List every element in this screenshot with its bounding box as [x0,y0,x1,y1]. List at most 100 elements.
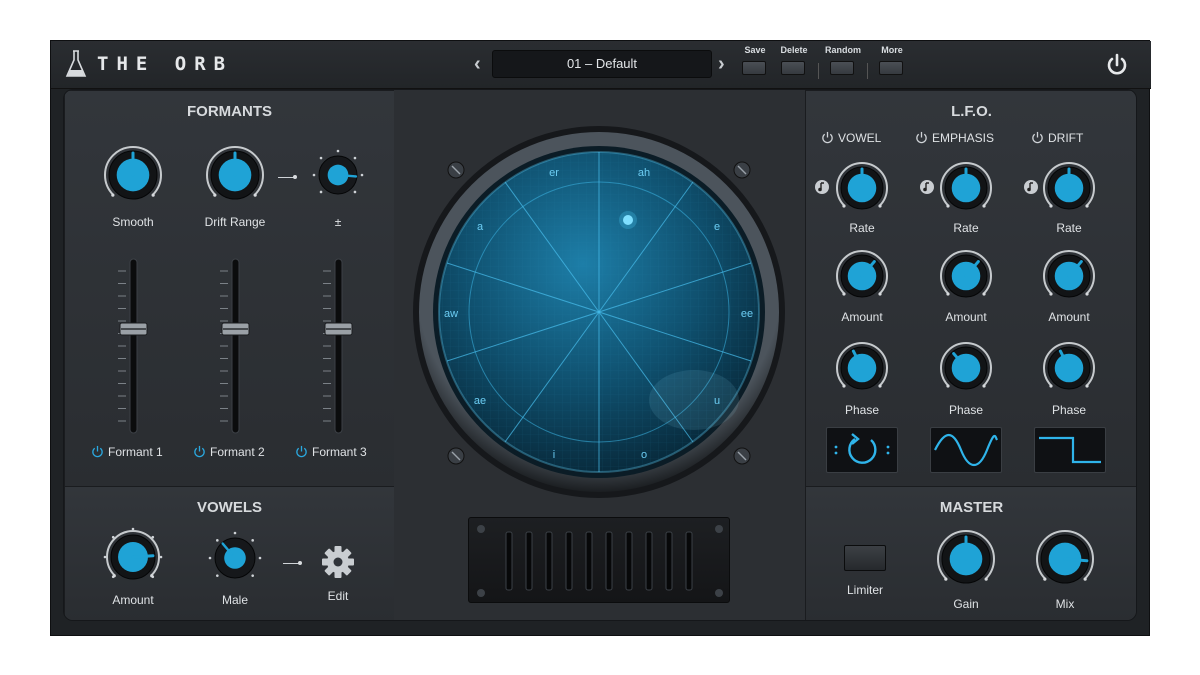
male-knob[interactable] [208,531,262,585]
vowel-o: o [641,449,647,461]
lfo-vowel-amount-knob[interactable] [833,247,891,305]
lfo-emphasis-phase-knob[interactable] [937,339,995,397]
more-label: More [881,45,903,55]
male-label: Male [221,593,248,607]
more-button[interactable]: More [879,45,905,75]
square-wave-icon [1039,436,1101,464]
formant-2-toggle[interactable]: Formant 2 [193,445,265,459]
formant-1-label: Formant 1 [108,445,163,459]
smooth-knob[interactable] [101,143,165,207]
next-preset-button[interactable]: › [718,53,725,76]
lfo-emphasis-phase-label: Phase [948,403,984,417]
cycle-icon [834,433,890,464]
formants-panel: FORMANTS Smooth Drift Range ± Formant 1 … [64,90,395,487]
vowel-amount-knob[interactable] [103,527,163,587]
link-line [278,177,294,178]
lfo-emphasis-rate-label: Rate [953,221,979,235]
divider [818,63,819,79]
vowel-er: er [549,167,559,179]
vowel-e: e [714,221,720,233]
lfo-vowel-rate-label: Rate [849,221,875,235]
lfo-panel: L.F.O. VOWEL EMPHASIS DRIFT Rate Rate Ra… [805,90,1136,487]
power-icon [296,445,307,458]
preset-display[interactable]: 01 – Default [492,50,712,78]
lfo-drift-label: DRIFT [1048,131,1084,145]
vowel-orb[interactable]: er ah e ee u o i ae aw a [394,90,805,510]
lfo-emphasis-shape-display[interactable] [930,427,1002,473]
gain-knob[interactable] [934,527,998,591]
lfo-drift-shape-display[interactable] [1034,427,1106,473]
link-dot [298,561,302,565]
drift-amount-knob[interactable] [312,149,364,201]
prev-preset-button[interactable]: ‹ [474,53,481,76]
main-body: FORMANTS Smooth Drift Range ± Formant 1 … [63,89,1137,621]
link-line [283,563,299,564]
formant-1-toggle[interactable]: Formant 1 [91,445,163,459]
lfo-drift-amount-knob[interactable] [1040,247,1098,305]
orb-section: er ah e ee u o i ae aw a [394,90,805,620]
app-title: THE ORB [97,53,234,75]
mix-label: Mix [1055,597,1075,611]
power-icon [92,445,103,458]
random-button[interactable]: Random [825,45,861,75]
master-title: MASTER [939,499,1004,516]
power-icon[interactable] [1105,53,1129,77]
gain-label: Gain [953,597,979,611]
lfo-drift-rate-label: Rate [1056,221,1082,235]
lfo-emphasis-amount-label: Amount [945,310,987,324]
delete-label: Delete [780,45,808,55]
formant-3-label: Formant 3 [312,445,367,459]
formant-2-fader[interactable] [220,257,250,435]
limiter-toggle[interactable] [844,545,886,571]
plugin-window: THE ORB ‹ 01 – Default › Save Delete Ran… [50,40,1151,636]
vowel-aw: aw [444,308,458,320]
lfo-vowel-amount-label: Amount [841,310,883,324]
drift-amount-label: ± [334,215,342,229]
lfo-vowel-rate-knob[interactable] [833,159,891,217]
drift-range-label: Drift Range [204,215,266,229]
vowel-u: u [714,395,720,407]
delete-button[interactable]: Delete [780,45,808,75]
lfo-vowel-toggle[interactable]: VOWEL [821,131,881,145]
lfo-vowel-shape-display[interactable] [826,427,898,473]
formant-3-toggle[interactable]: Formant 3 [295,445,367,459]
drift-range-knob[interactable] [203,143,267,207]
random-label: Random [825,45,861,55]
vowel-amount-label: Amount [112,593,154,607]
edit-label: Edit [327,589,349,603]
note-icon[interactable] [1023,179,1039,195]
formant-1-fader[interactable] [118,257,148,435]
lfo-emphasis-amount-knob[interactable] [937,247,995,305]
power-icon [916,131,927,144]
gear-icon[interactable] [321,545,355,579]
speaker-grille [468,517,730,603]
power-icon [194,445,205,458]
vowel-i: i [553,449,555,461]
note-icon[interactable] [814,179,830,195]
lfo-title: L.F.O. [951,103,992,120]
vowel-ee: ee [741,308,753,320]
vowels-title: VOWELS [196,499,262,516]
link-dot [293,175,297,179]
vowels-panel: VOWELS Amount Male Edit [64,486,395,620]
mix-knob[interactable] [1033,527,1097,591]
flask-icon [65,50,87,77]
power-icon [822,131,833,144]
formant-3-fader[interactable] [323,257,353,435]
note-icon[interactable] [919,179,935,195]
lfo-emphasis-label: EMPHASIS [932,131,995,145]
lfo-vowel-phase-knob[interactable] [833,339,891,397]
limiter-label: Limiter [846,583,883,597]
lfo-drift-phase-label: Phase [1051,403,1087,417]
lfo-vowel-phase-label: Phase [844,403,880,417]
lfo-drift-phase-knob[interactable] [1040,339,1098,397]
vowel-a: a [477,221,484,233]
lfo-drift-rate-knob[interactable] [1040,159,1098,217]
smooth-label: Smooth [112,215,154,229]
lfo-emphasis-rate-knob[interactable] [937,159,995,217]
save-button[interactable]: Save [742,45,768,75]
formant-2-label: Formant 2 [210,445,265,459]
lfo-emphasis-toggle[interactable]: EMPHASIS [915,131,994,145]
lfo-drift-toggle[interactable]: DRIFT [1031,131,1083,145]
vowel-ae: ae [474,395,486,407]
